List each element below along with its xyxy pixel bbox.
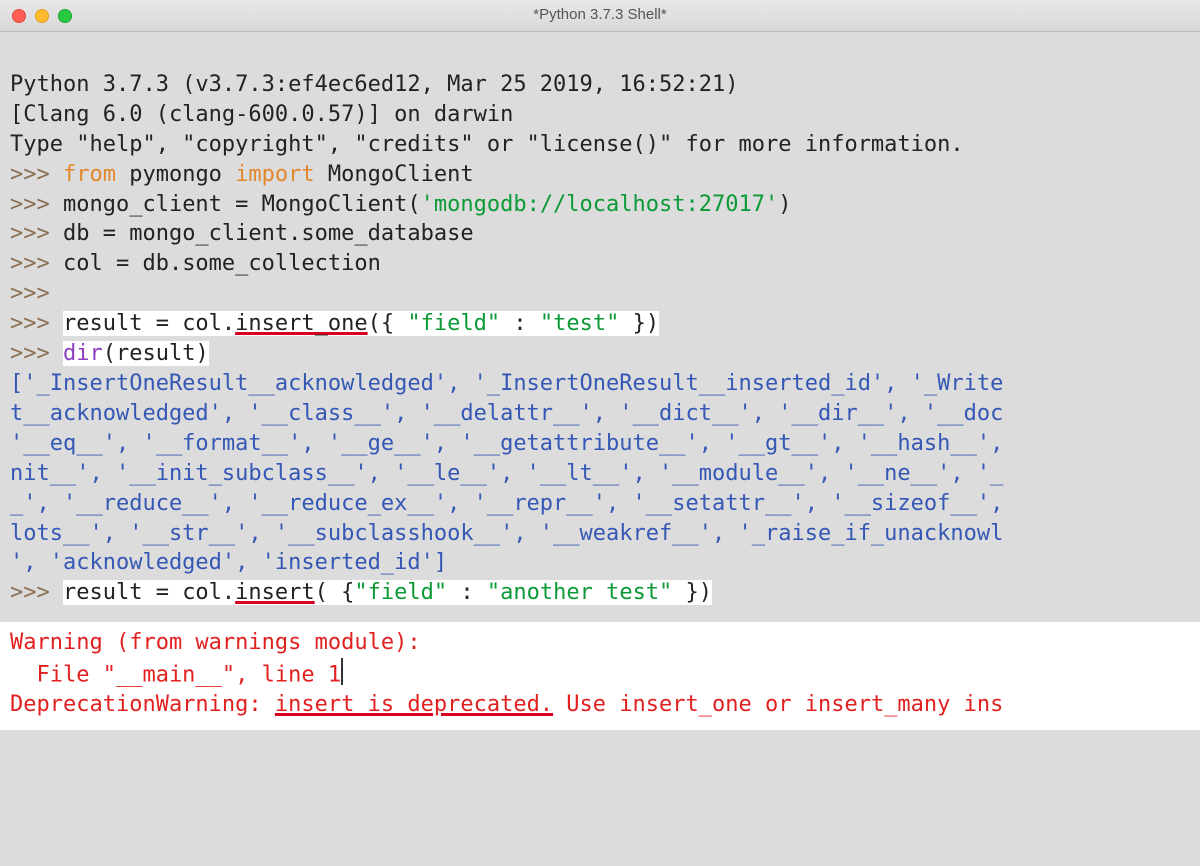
banner-line: Python 3.7.3 (v3.7.3:ef4ec6ed12, Mar 25 … <box>10 72 752 97</box>
banner-line: Type "help", "copyright", "credits" or "… <box>10 132 964 157</box>
code-text: result = col. <box>63 311 235 336</box>
banner-line: [Clang 6.0 (clang-600.0.57)] on darwin <box>10 102 513 127</box>
warning-prefix: DeprecationWarning: <box>10 692 275 717</box>
close-window-button[interactable] <box>12 9 26 23</box>
code-text: ({ <box>368 311 408 336</box>
code-text: }) <box>672 580 712 605</box>
code-text: ( { <box>315 580 355 605</box>
string-literal: "field" <box>407 311 500 336</box>
warning-tail: Use insert_one or insert_many ins <box>553 692 1003 717</box>
warning-line: Warning (from warnings module): <box>10 630 421 655</box>
shell-output-area[interactable]: Python 3.7.3 (v3.7.3:ef4ec6ed12, Mar 25 … <box>0 32 1200 820</box>
window-titlebar: *Python 3.7.3 Shell* <box>0 0 1200 32</box>
warning-line: File "__main__", line 1 <box>10 663 341 688</box>
text-cursor <box>341 658 343 684</box>
code-text: mongo_client = MongoClient( <box>63 192 421 217</box>
prompt: >>> <box>10 341 63 366</box>
string-literal: "another test" <box>487 580 672 605</box>
prompt: >>> <box>10 311 63 336</box>
prompt: >>> <box>10 580 63 605</box>
zoom-window-button[interactable] <box>58 9 72 23</box>
string-literal: 'mongodb://localhost:27017' <box>421 192 779 217</box>
warning-deprecated: insert is deprecated. <box>275 692 553 717</box>
code-text: MongoClient <box>315 162 474 187</box>
prompt: >>> <box>10 221 63 246</box>
code-text: }) <box>619 311 659 336</box>
highlighted-line: result = col.insert( {"field" : "another… <box>63 580 712 605</box>
string-literal: "test" <box>540 311 619 336</box>
underlined-method: insert <box>235 580 314 605</box>
keyword-import: import <box>235 162 314 187</box>
prompt: >>> <box>10 281 63 306</box>
code-text: : <box>447 580 487 605</box>
builtin-call: dir <box>63 341 103 366</box>
code-text: (result) <box>103 341 209 366</box>
highlighted-line: result = col.insert_one({ "field" : "tes… <box>63 311 659 336</box>
window-title: *Python 3.7.3 Shell* <box>0 5 1200 25</box>
string-literal: "field" <box>354 580 447 605</box>
highlighted-line: dir(result) <box>63 341 209 366</box>
code-text: result = col. <box>63 580 235 605</box>
dir-output: ['_InsertOneResult__acknowledged', '_Ins… <box>10 371 1003 575</box>
underlined-method: insert_one <box>235 311 367 336</box>
code-text: pymongo <box>116 162 235 187</box>
code-text: db = mongo_client.some_database <box>63 221 474 246</box>
code-text: ) <box>778 192 791 217</box>
warning-block: Warning (from warnings module): File "__… <box>0 622 1200 730</box>
code-text: col = db.some_collection <box>63 251 381 276</box>
minimize-window-button[interactable] <box>35 9 49 23</box>
keyword-from: from <box>63 162 116 187</box>
window-controls <box>12 9 72 23</box>
prompt: >>> <box>10 192 63 217</box>
prompt: >>> <box>10 162 63 187</box>
prompt: >>> <box>10 251 63 276</box>
code-text: : <box>500 311 540 336</box>
